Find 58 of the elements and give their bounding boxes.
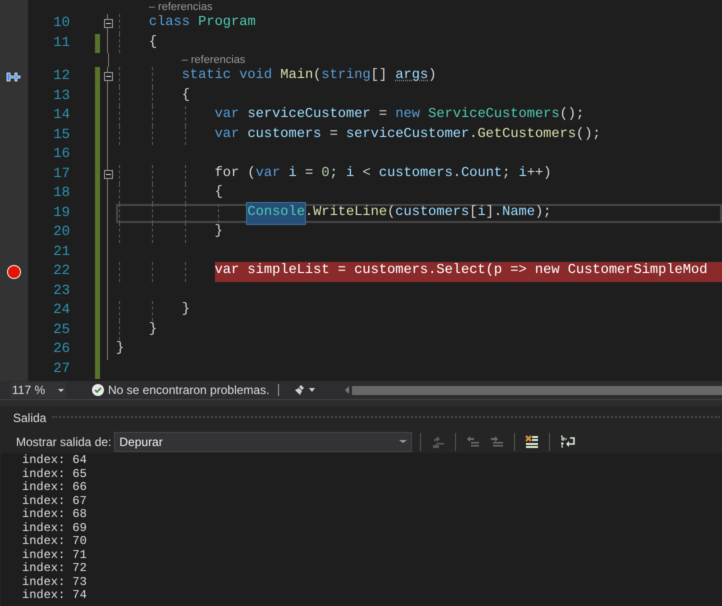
code-line: static void Main(string[] args) — [182, 67, 436, 86]
code-lens-link[interactable]: – referencias — [148, 0, 212, 14]
output-line: index: 72 — [22, 562, 88, 576]
code-line: var serviceCustomer = new ServiceCustomers(); — [214, 106, 584, 124]
output-line: index: 73 — [22, 576, 88, 589]
output-line: index: 67 — [22, 494, 88, 508]
line-number: 12 — [52, 67, 70, 86]
output-line: index: 65 — [22, 468, 88, 481]
code-line: { — [214, 184, 223, 202]
code-line: { — [182, 86, 190, 105]
code-line: class Program — [148, 14, 256, 32]
line-number: 14 — [52, 106, 70, 125]
output-line: index: 68 — [22, 508, 88, 522]
collapse-toggle[interactable] — [104, 72, 112, 82]
output-line: index: 70 — [22, 535, 88, 548]
line-number: 13 — [52, 86, 70, 106]
line-number: 27 — [52, 360, 70, 378]
line-number: 21 — [52, 242, 70, 262]
line-number: 25 — [52, 320, 70, 340]
line-number: 18 — [52, 184, 70, 203]
line-number: 15 — [52, 126, 70, 144]
caret-icon — [58, 388, 64, 392]
line-number: 20 — [52, 223, 70, 242]
zoom-dropdown[interactable]: 117 % — [10, 382, 66, 398]
output-line: index: 64 — [22, 454, 88, 468]
line-number: 16 — [52, 145, 70, 164]
line-number: 24 — [52, 301, 70, 320]
line-number: 26 — [52, 340, 70, 359]
line-number: 19 — [52, 204, 70, 222]
breakpoint-icon[interactable] — [7, 264, 21, 279]
output-source-dropdown[interactable]: Depurar — [114, 432, 412, 452]
output-line: index: 66 — [22, 481, 88, 494]
panel-title: Salida — [13, 410, 46, 427]
line-number: 22 — [52, 262, 70, 281]
issues-status[interactable]: No se encontraron problemas. — [108, 381, 270, 399]
code-lens-link[interactable]: – referencias — [182, 53, 246, 67]
caret-icon — [399, 440, 408, 443]
check-icon — [92, 384, 104, 396]
code-line: } — [182, 301, 190, 320]
line-number: 17 — [52, 164, 70, 184]
code-line: var customers = serviceCustomer.GetCustomers(); — [214, 126, 601, 144]
source-label: Mostrar salida de: — [16, 434, 112, 450]
code-line: } — [214, 223, 223, 242]
scrollbar-thumb[interactable] — [352, 386, 722, 394]
code-cleanup-button[interactable] — [294, 384, 316, 396]
output-line: index: 71 — [22, 548, 88, 562]
code-line: } — [148, 320, 158, 339]
collapse-toggle[interactable] — [104, 19, 112, 28]
code-line: { — [148, 34, 158, 52]
code-line: Console.WriteLine(customers[i].Name); — [247, 202, 552, 224]
line-number: 10 — [52, 14, 70, 33]
collapse-toggle[interactable] — [104, 170, 112, 179]
output-line: index: 74 — [22, 589, 88, 602]
line-number: 23 — [52, 282, 70, 300]
code-line: for (var i = 0; i < customers.Count; i++) — [214, 164, 552, 183]
line-number: 11 — [52, 34, 70, 52]
code-line: } — [116, 340, 124, 358]
output-line: index: 69 — [22, 522, 88, 535]
